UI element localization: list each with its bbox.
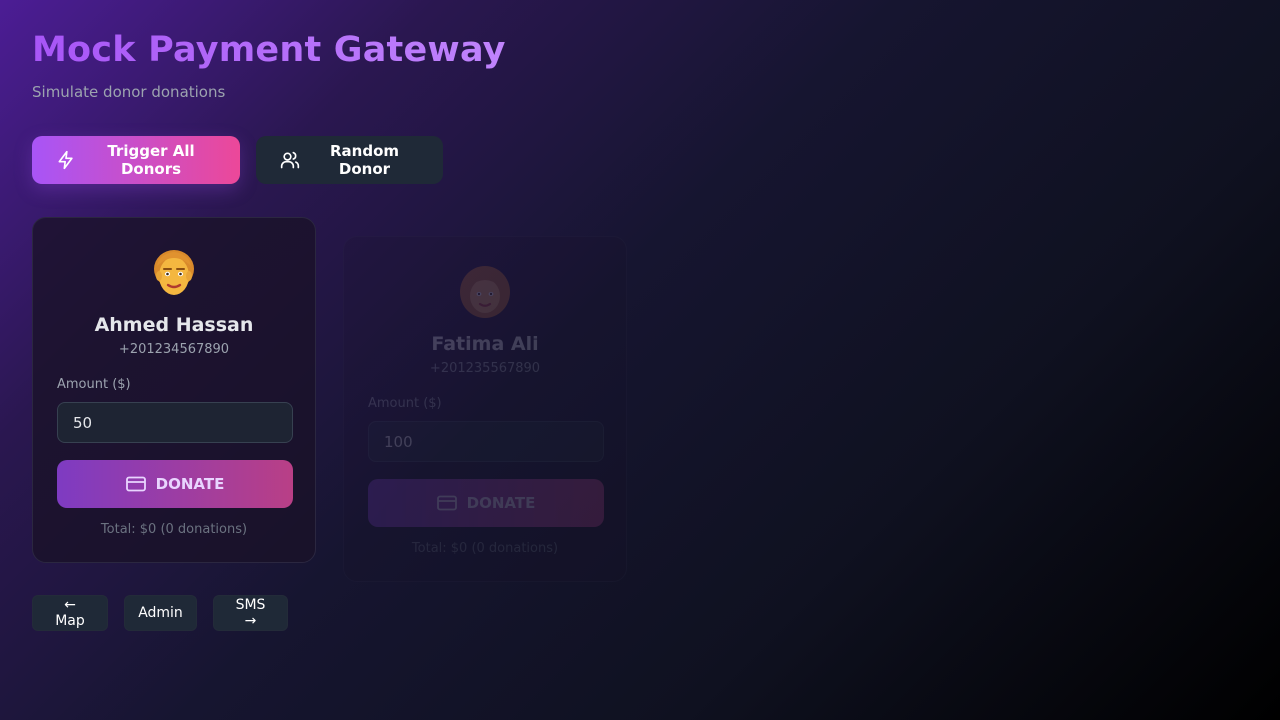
donate-label: DONATE (466, 494, 536, 512)
donate-button[interactable]: DONATE (57, 460, 293, 508)
credit-card-icon (436, 495, 457, 511)
page-title: Mock Payment Gateway (32, 30, 506, 70)
amount-input[interactable] (57, 402, 293, 443)
donor-name: Ahmed Hassan (94, 314, 254, 336)
nav-sms-button[interactable]: SMS → (213, 595, 288, 631)
donor-card: Ahmed Hassan +201234567890 Amount ($) DO… (32, 217, 316, 563)
random-donor-button[interactable]: Random Donor (256, 136, 443, 184)
amount-input[interactable] (368, 421, 604, 462)
donor-name: Fatima Ali (431, 333, 539, 355)
trigger-all-donors-button[interactable]: Trigger All Donors (32, 136, 240, 184)
credit-card-icon (125, 476, 146, 492)
random-donor-label: Random Donor (329, 142, 400, 178)
nav-map-button[interactable]: ← Map (32, 595, 108, 631)
page-subtitle: Simulate donor donations (32, 83, 226, 101)
amount-label: Amount ($) (57, 377, 131, 392)
donation-total: Total: $0 (0 donations) (411, 541, 559, 556)
donation-total: Total: $0 (0 donations) (100, 522, 248, 537)
amount-label: Amount ($) (368, 396, 442, 411)
donor-phone: +201235567890 (429, 361, 541, 376)
donor-phone: +201234567890 (118, 342, 230, 357)
woman-avatar-icon (455, 263, 515, 323)
users-icon (280, 150, 300, 170)
donate-label: DONATE (155, 475, 225, 493)
lightning-icon (56, 150, 76, 170)
nav-admin-button[interactable]: Admin (124, 595, 197, 631)
trigger-all-donors-label: Trigger All Donors (107, 142, 195, 178)
donor-card: Fatima Ali +201235567890 Amount ($) DONA… (343, 236, 627, 582)
man-avatar-icon (144, 244, 204, 304)
donate-button[interactable]: DONATE (368, 479, 604, 527)
